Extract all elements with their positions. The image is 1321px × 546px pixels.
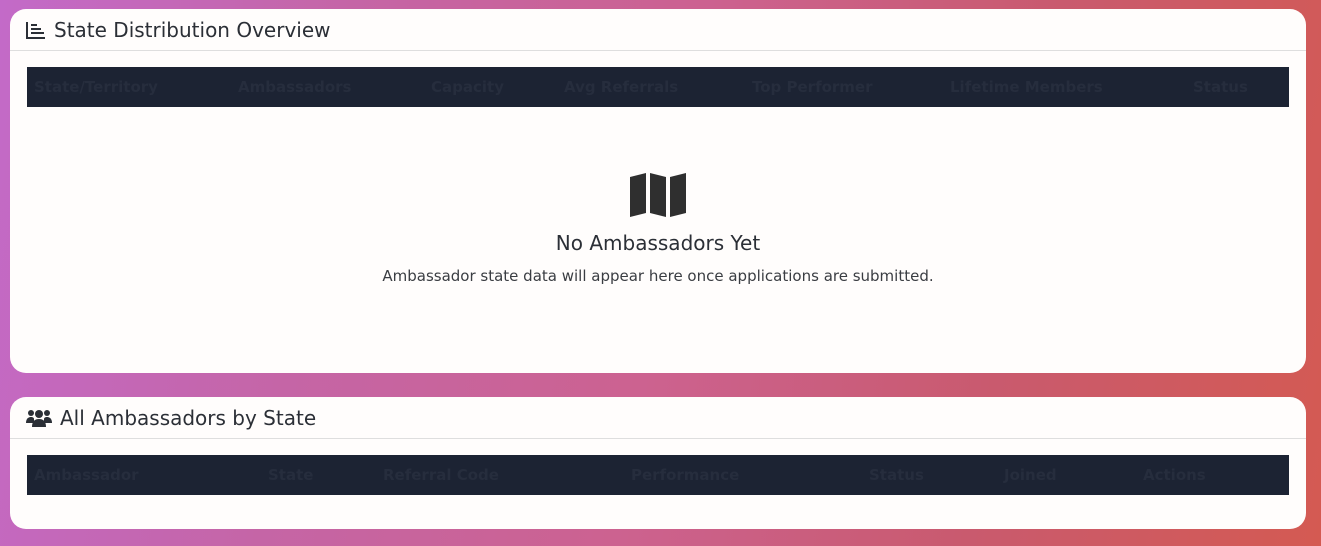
ambassadors-by-state-header: All Ambassadors by State xyxy=(10,397,1306,439)
column-header-capacity[interactable]: Capacity xyxy=(431,67,504,107)
column-header-state-territory[interactable]: State/Territory xyxy=(34,67,158,107)
column-header-actions[interactable]: Actions xyxy=(1143,455,1206,495)
ambassadors-table-header: Ambassador State Referral Code Performan… xyxy=(27,455,1289,495)
map-icon xyxy=(10,173,1306,217)
column-header-state[interactable]: State xyxy=(268,455,313,495)
ambassadors-by-state-card: All Ambassadors by State Ambassador Stat… xyxy=(10,397,1306,529)
column-header-referral-code[interactable]: Referral Code xyxy=(383,455,499,495)
column-header-avg-referrals[interactable]: Avg Referrals xyxy=(564,67,678,107)
column-header-performance[interactable]: Performance xyxy=(631,455,739,495)
column-header-ambassadors[interactable]: Ambassadors xyxy=(238,67,351,107)
state-table-header: State/Territory Ambassadors Capacity Avg… xyxy=(27,67,1289,107)
column-header-top-performer[interactable]: Top Performer xyxy=(752,67,873,107)
empty-state-message: Ambassador state data will appear here o… xyxy=(382,267,934,285)
column-header-status[interactable]: Status xyxy=(869,455,924,495)
bar-chart-icon xyxy=(26,21,46,39)
state-distribution-title: State Distribution Overview xyxy=(54,17,331,42)
state-distribution-card: State Distribution Overview State/Territ… xyxy=(10,9,1306,373)
column-header-ambassador[interactable]: Ambassador xyxy=(34,455,139,495)
ambassadors-by-state-title: All Ambassadors by State xyxy=(60,405,317,430)
empty-state-title: No Ambassadors Yet xyxy=(555,231,761,255)
empty-state: No Ambassadors Yet Ambassador state data… xyxy=(10,173,1306,285)
state-distribution-header: State Distribution Overview xyxy=(10,9,1306,51)
users-icon xyxy=(26,408,52,428)
column-header-joined[interactable]: Joined xyxy=(1004,455,1057,495)
column-header-lifetime-members[interactable]: Lifetime Members xyxy=(950,67,1103,107)
column-header-status[interactable]: Status xyxy=(1193,67,1248,107)
